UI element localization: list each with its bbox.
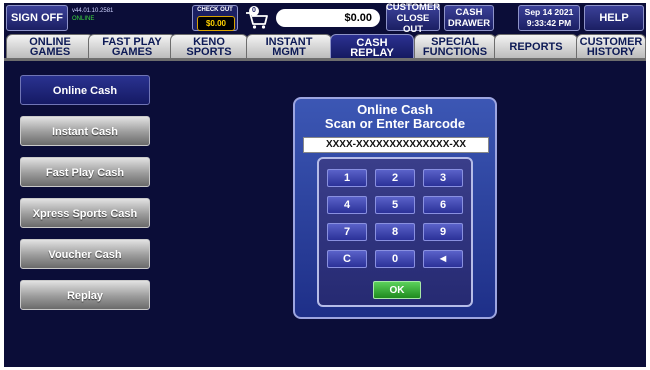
key-6[interactable]: 6 — [423, 196, 463, 214]
connection-status: ONLINE — [72, 16, 95, 22]
checkout-label: CHECK OUT — [197, 7, 233, 13]
sidebar-item-replay[interactable]: Replay — [20, 280, 150, 310]
tab-divider — [4, 58, 646, 61]
ok-button[interactable]: OK — [373, 281, 421, 299]
sign-off-button[interactable]: SIGN OFF — [6, 5, 68, 31]
dialog-title-text: Online Cash — [357, 102, 433, 117]
key-3[interactable]: 3 — [423, 169, 463, 187]
checkout-button[interactable]: CHECK OUT $0.00 — [192, 5, 238, 31]
backspace-key[interactable]: ◄ — [423, 250, 463, 268]
cart-count-badge: 0 — [249, 6, 259, 16]
customer-close-out-button[interactable]: CUSTOMER CLOSE OUT — [385, 1, 441, 35]
help-button[interactable]: HELP — [584, 5, 644, 31]
cash-drawer-line1: CASH — [455, 7, 483, 18]
key-9[interactable]: 9 — [423, 223, 463, 241]
date-text: Sep 14 2021 — [524, 7, 574, 17]
sidebar-item-instant-cash[interactable]: Instant Cash — [20, 116, 150, 146]
cash-drawer-button[interactable]: CASH DRAWER — [444, 5, 494, 31]
customer-close-out-line1: CUSTOMER — [385, 1, 441, 13]
tab-label-line2: HISTORY — [586, 46, 636, 58]
tab-online-games[interactable]: ONLINE GAMES — [6, 34, 94, 59]
balance-display: $0.00 — [276, 9, 380, 27]
tab-instant-mgmt[interactable]: INSTANT MGMT — [246, 34, 332, 59]
barcode-input[interactable]: XXXX-XXXXXXXXXXXXXX-XX — [303, 137, 489, 153]
online-cash-dialog: Online Cash Scan or Enter Barcode XXXX-X… — [293, 97, 497, 319]
tab-label-line2: GAMES — [111, 46, 153, 58]
cart-icon[interactable]: 0 — [244, 6, 270, 30]
time-text: 9:33:42 PM — [526, 18, 572, 28]
tab-special-functions[interactable]: SPECIAL FUNCTIONS — [414, 34, 496, 59]
sidebar-item-voucher-cash[interactable]: Voucher Cash — [20, 239, 150, 269]
cash-drawer-line2: DRAWER — [447, 18, 491, 29]
main-tabs: ONLINE GAMES FAST PLAY GAMES KENO SPORTS IN… — [4, 34, 646, 61]
tab-fast-play-games[interactable]: FAST PLAY GAMES — [88, 34, 176, 59]
tab-cash-replay[interactable]: CASH REPLAY — [330, 34, 414, 61]
version-number: v44.01.10.2581 — [72, 8, 114, 14]
key-4[interactable]: 4 — [327, 196, 367, 214]
top-bar: SIGN OFF v44.01.10.2581 ONLINE CHECK OUT… — [4, 1, 646, 35]
sidebar-item-xpress-sports-cash[interactable]: Xpress Sports Cash — [20, 198, 150, 228]
numeric-keypad: 1 2 3 4 5 6 7 8 9 C 0 ◄ OK — [317, 157, 473, 307]
tab-label-line2: FUNCTIONS — [422, 46, 488, 58]
key-8[interactable]: 8 — [375, 223, 415, 241]
date-time-display: Sep 14 2021 9:33:42 PM — [518, 5, 580, 31]
tab-label-line1: REPORTS — [509, 41, 563, 53]
checkout-amount: $0.00 — [197, 16, 235, 31]
dialog-subtitle-text: Scan or Enter Barcode — [324, 116, 466, 131]
customer-close-out-line2: CLOSE OUT — [396, 12, 430, 35]
key-7[interactable]: 7 — [327, 223, 367, 241]
version-info: v44.01.10.2581 ONLINE — [72, 7, 113, 23]
tab-label-line2: MGMT — [272, 46, 306, 58]
tab-label-line2: SPORTS — [186, 46, 232, 58]
tab-label-line2: GAMES — [29, 46, 71, 58]
tab-keno-sports[interactable]: KENO SPORTS — [170, 34, 248, 59]
dialog-title: Online Cash Scan or Enter Barcode — [295, 103, 495, 131]
key-2[interactable]: 2 — [375, 169, 415, 187]
sign-off-label: SIGN OFF — [11, 11, 63, 24]
key-5[interactable]: 5 — [375, 196, 415, 214]
pos-screen: SIGN OFF v44.01.10.2581 ONLINE CHECK OUT… — [4, 1, 646, 367]
sidebar-item-online-cash[interactable]: Online Cash — [20, 75, 150, 105]
sidebar-item-fast-play-cash[interactable]: Fast Play Cash — [20, 157, 150, 187]
key-1[interactable]: 1 — [327, 169, 367, 187]
key-0[interactable]: 0 — [375, 250, 415, 268]
help-label: HELP — [599, 11, 629, 24]
tab-reports[interactable]: REPORTS — [494, 34, 578, 59]
tab-customer-history[interactable]: CUSTOMER HISTORY — [576, 34, 646, 59]
key-clear[interactable]: C — [327, 250, 367, 268]
